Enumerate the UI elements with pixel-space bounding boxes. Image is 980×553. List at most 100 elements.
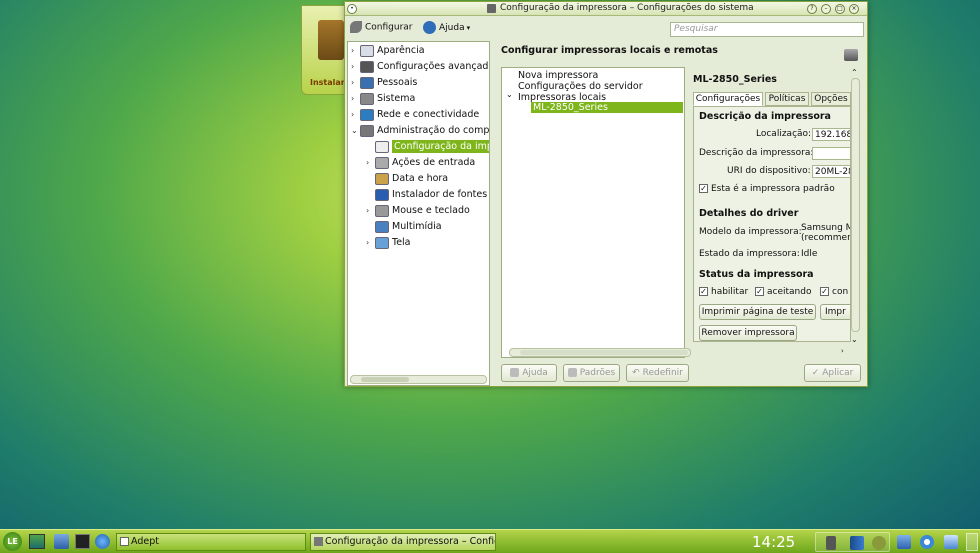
sidebar-item-label: Instalador de fontes xyxy=(392,189,488,200)
help-menu-button[interactable]: Ajuda ▾ xyxy=(423,21,470,37)
help-button[interactable]: Ajuda xyxy=(501,364,557,382)
tab-politicas[interactable]: Políticas xyxy=(765,92,809,106)
accepting-label: aceitando xyxy=(767,287,812,297)
window-title: Configuração da impressora – Configuraçõ… xyxy=(500,3,754,13)
sidebar-item[interactable]: › Pessoais xyxy=(348,75,489,91)
search-input[interactable]: Pesquisar xyxy=(670,22,864,37)
minimize-icon[interactable]: – xyxy=(821,4,831,14)
sidebar-item[interactable]: › Mouse e teclado xyxy=(348,203,489,219)
display-icon[interactable] xyxy=(944,535,958,549)
printer-title-icon xyxy=(487,4,496,13)
update-icon[interactable] xyxy=(872,536,886,550)
tab-opcoes[interactable]: Opções xyxy=(811,92,851,106)
print-icon[interactable] xyxy=(844,49,858,61)
details-scroll-down-icon[interactable]: ⌄ xyxy=(851,335,858,344)
enable-checkbox[interactable]: ✓ habilitar xyxy=(699,287,748,297)
sidebar-item[interactable]: › Sistema xyxy=(348,91,489,107)
printer-description-heading: Descrição da impressora xyxy=(699,111,831,122)
sidebar-item[interactable]: Instalador de fontes xyxy=(348,187,489,203)
category-icon xyxy=(375,172,389,185)
sidebar-item-label: Configurações avançadas xyxy=(377,61,489,72)
sidebar-item[interactable]: › Configurações avançadas xyxy=(348,59,489,75)
start-menu-button[interactable]: LE xyxy=(3,532,22,551)
defaults-button[interactable]: Padrões xyxy=(563,364,620,382)
task-printer-config[interactable]: Configuração da impressora – Configu xyxy=(310,533,496,551)
printer-tree: Nova impressora Configurações do servido… xyxy=(501,67,685,358)
default-printer-checkbox[interactable]: ✓ Esta é a impressora padrão xyxy=(699,184,835,194)
sidebar-item-label: Configuração da impressora xyxy=(392,140,489,153)
expand-arrow-icon[interactable]: › xyxy=(351,91,360,107)
window-menu-icon[interactable]: • xyxy=(347,4,357,14)
title-bar[interactable]: • Configuração da impressora – Configura… xyxy=(345,2,867,16)
tree-scrollbar[interactable] xyxy=(509,348,691,357)
desktop-icon[interactable] xyxy=(29,534,45,549)
undo-icon: ↶ xyxy=(632,368,640,378)
sidebar-item[interactable]: › Ações de entrada xyxy=(348,155,489,171)
printer-name: ML-2850_Series xyxy=(693,74,777,85)
maximize-icon[interactable]: □ xyxy=(835,4,845,14)
package-icon[interactable] xyxy=(897,535,911,549)
sidebar-item[interactable]: › Tela xyxy=(348,235,489,251)
category-icon xyxy=(375,140,389,153)
uri-field[interactable]: 20ML-285 xyxy=(812,165,850,178)
apply-button[interactable]: ✓ Aplicar xyxy=(804,364,861,382)
tree-item-new-printer[interactable]: Nova impressora xyxy=(518,70,598,81)
help-title-icon[interactable]: ? xyxy=(807,4,817,14)
close-icon[interactable]: × xyxy=(849,4,859,14)
network-signal-icon[interactable] xyxy=(850,536,864,550)
sidebar-item[interactable]: Configuração da impressora xyxy=(348,139,489,155)
expand-arrow-icon[interactable]: › xyxy=(351,75,360,91)
configure-button[interactable]: Configurar xyxy=(350,21,413,37)
tree-expand-local-icon[interactable]: ⌄ xyxy=(506,90,513,99)
tree-scroll-thumb[interactable] xyxy=(520,350,688,355)
defaults-button-label: Padrões xyxy=(579,368,616,378)
system-settings-window: • Configuração da impressora – Configura… xyxy=(344,1,868,387)
apply-button-label: Aplicar xyxy=(822,368,854,378)
browser-icon[interactable] xyxy=(95,534,110,549)
expand-arrow-icon[interactable]: › xyxy=(366,203,375,219)
terminal-icon[interactable] xyxy=(75,534,90,549)
accepting-checkbox[interactable]: ✓ aceitando xyxy=(755,287,811,297)
sidebar-scrollbar[interactable] xyxy=(350,375,487,384)
remove-printer-button[interactable]: Remover impressora xyxy=(699,325,797,341)
sidebar-scroll-thumb[interactable] xyxy=(361,377,409,382)
description-field[interactable] xyxy=(812,147,850,160)
shared-label: con xyxy=(832,287,849,297)
sidebar-list: › Aparência › Configurações avançadas › Pesso… xyxy=(348,42,489,251)
help-lifebuoy-icon[interactable] xyxy=(920,535,934,549)
location-field[interactable]: 192.168 xyxy=(812,128,850,141)
chevron-down-icon: ▾ xyxy=(466,24,471,32)
clock[interactable]: 14:25 xyxy=(752,533,795,551)
sidebar-item[interactable]: Data e hora xyxy=(348,171,489,187)
file-manager-icon[interactable] xyxy=(54,534,69,549)
sidebar-item[interactable]: › Aparência xyxy=(348,43,489,59)
show-desktop-button[interactable] xyxy=(966,533,978,551)
sidebar-item-label: Rede e conectividade xyxy=(377,109,480,120)
expand-arrow-icon[interactable]: › xyxy=(366,235,375,251)
tab-configuracoes[interactable]: Configurações xyxy=(693,92,763,106)
details-scroll-up-icon[interactable]: ⌃ xyxy=(851,68,858,77)
sidebar-item[interactable]: Multimídia xyxy=(348,219,489,235)
reset-button[interactable]: ↶ Redefinir xyxy=(626,364,689,382)
details-scroll-right-icon[interactable]: › xyxy=(841,347,844,355)
expand-arrow-icon[interactable]: › xyxy=(351,59,360,75)
print-test-page-button[interactable]: Imprimir página de teste xyxy=(699,304,816,320)
shared-checkbox[interactable]: ✓ con xyxy=(820,287,848,297)
description-label: Descrição da impressora: xyxy=(699,148,814,158)
details-vscrollbar[interactable] xyxy=(851,78,860,332)
category-icon xyxy=(360,44,374,57)
volume-icon[interactable] xyxy=(826,536,836,550)
expand-arrow-icon[interactable]: › xyxy=(351,107,360,123)
sidebar-item[interactable]: ⌄ Administração do computador xyxy=(348,123,489,139)
tree-item-selected-printer[interactable]: ML-2850_Series xyxy=(531,102,683,113)
task-adept[interactable]: Adept xyxy=(116,533,306,551)
expand-arrow-icon[interactable]: › xyxy=(351,43,360,59)
expand-arrow-icon[interactable]: ⌄ xyxy=(351,123,360,139)
expand-arrow-icon[interactable]: › xyxy=(366,155,375,171)
sidebar-item-label: Multimídia xyxy=(392,221,442,232)
print-more-button[interactable]: Impr xyxy=(820,304,850,320)
taskbar: LE Adept Configuração da impressora – Co… xyxy=(0,529,980,553)
sidebar-item[interactable]: › Rede e conectividade xyxy=(348,107,489,123)
tree-item-server-settings[interactable]: Configurações do servidor xyxy=(518,81,643,92)
printer-task-icon xyxy=(314,537,323,546)
